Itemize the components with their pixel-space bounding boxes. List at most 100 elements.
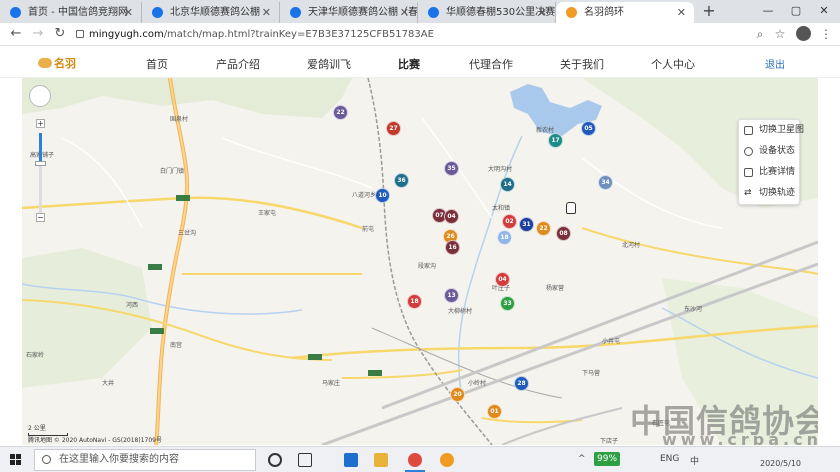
- maximize-button[interactable]: ▢: [782, 0, 810, 22]
- pan-control[interactable]: [29, 85, 51, 107]
- zoom-out-button[interactable]: −: [36, 213, 45, 222]
- place-label: 下马营: [582, 370, 601, 377]
- place-label: 南宫: [170, 342, 183, 349]
- taskbar-clock[interactable]: 2020/5/10: [760, 459, 801, 468]
- race-map[interactable]: 高家铺子 白门门镇 国泉村 八道河乡 大明沟村 太和镇 新农村 叶庄子 杨家营 东沙河 石家岭 前屯段…: [22, 78, 818, 445]
- zoom-in-button[interactable]: +: [36, 119, 45, 128]
- race-details-button[interactable]: 比赛详情: [739, 162, 799, 183]
- logo-mark-icon: [38, 58, 52, 68]
- pigeon-marker[interactable]: 18: [407, 294, 422, 309]
- window-close-button[interactable]: ✕: [810, 0, 838, 22]
- pigeon-marker[interactable]: 35: [444, 161, 459, 176]
- logout-link[interactable]: 退出: [765, 56, 785, 71]
- close-icon[interactable]: ✕: [538, 2, 547, 23]
- place-label: 马家庄: [322, 380, 341, 387]
- watermark-url: www.crpa.cn: [662, 430, 818, 445]
- minimize-button[interactable]: —: [754, 0, 782, 22]
- windows-start-icon[interactable]: [10, 454, 22, 466]
- nav-home[interactable]: 首页: [146, 56, 168, 72]
- pigeon-marker[interactable]: 05: [581, 121, 596, 136]
- zoom-slider-handle[interactable]: [35, 161, 46, 166]
- taskbar-search-input[interactable]: 在这里输入你要搜索的内容: [34, 449, 256, 471]
- place-label: 国泉村: [170, 116, 189, 123]
- pigeon-marker[interactable]: 36: [394, 173, 409, 188]
- pigeon-marker[interactable]: 16: [445, 240, 460, 255]
- pigeon-marker[interactable]: 18: [497, 230, 512, 245]
- cortana-icon[interactable]: [268, 453, 282, 467]
- site-logo[interactable]: 名羽: [38, 55, 76, 71]
- app-icon[interactable]: [440, 453, 454, 467]
- pigeon-marker[interactable]: 02: [502, 214, 517, 229]
- search-icon[interactable]: ⌕: [752, 26, 768, 42]
- tab-title: 首页 - 中国信鸽竞翔网: [28, 7, 128, 18]
- nav-agency[interactable]: 代理合作: [469, 56, 513, 72]
- tab-3[interactable]: 天津华顺德赛鸽公棚（春棚 ✕: [280, 2, 418, 23]
- lock-icon: [76, 30, 84, 38]
- pigeon-marker[interactable]: 20: [450, 387, 465, 402]
- tab-1[interactable]: 首页 - 中国信鸽竞翔网 ✕: [0, 2, 142, 23]
- new-tab-button[interactable]: +: [700, 2, 718, 20]
- device-status-button[interactable]: 设备状态: [739, 141, 799, 162]
- logo-text: 名羽: [54, 57, 76, 70]
- place-label: 北河村: [622, 242, 641, 249]
- place-label: 高家铺子: [30, 152, 55, 159]
- input-language[interactable]: ENG: [660, 454, 679, 464]
- pigeon-marker[interactable]: 33: [500, 296, 515, 311]
- nav-training[interactable]: 爱鸽训飞: [307, 56, 351, 72]
- forward-arrow-icon[interactable]: →: [30, 26, 46, 42]
- pigeon-marker[interactable]: 14: [500, 177, 515, 192]
- ime-mode[interactable]: 中: [690, 454, 699, 467]
- place-label: 杨家营: [546, 285, 565, 292]
- pigeon-marker[interactable]: 08: [556, 226, 571, 241]
- menu-icon[interactable]: ⋮: [818, 26, 834, 42]
- close-icon[interactable]: ✕: [400, 2, 409, 23]
- place-label: 王家屯: [258, 210, 277, 217]
- pigeon-marker[interactable]: 01: [487, 404, 502, 419]
- url-field[interactable]: mingyugh.com/match/map.html?trainKey=E7B…: [76, 26, 796, 43]
- pigeon-marker[interactable]: 10: [375, 188, 390, 203]
- pigeon-marker[interactable]: 13: [444, 288, 459, 303]
- battery-indicator[interactable]: 99%: [594, 452, 621, 466]
- star-icon[interactable]: ☆: [772, 26, 788, 42]
- nav-about[interactable]: 关于我们: [560, 56, 604, 72]
- pigeon-marker[interactable]: 31: [519, 217, 534, 232]
- place-label: 大井: [102, 380, 115, 387]
- nav-race[interactable]: 比赛: [398, 56, 420, 82]
- satellite-icon: [744, 126, 753, 135]
- pigeon-marker[interactable]: 27: [386, 121, 401, 136]
- back-arrow-icon[interactable]: ←: [8, 26, 24, 42]
- edge-icon[interactable]: [344, 453, 358, 467]
- close-icon[interactable]: ✕: [677, 2, 686, 23]
- toggle-satellite-button[interactable]: 切换卫星图: [739, 120, 804, 141]
- file-explorer-icon[interactable]: [374, 453, 388, 467]
- toggle-track-button[interactable]: ⇄ 切换轨迹: [739, 183, 799, 204]
- tab-2[interactable]: 北京华顺德赛鸽公棚 ✕: [142, 2, 280, 23]
- place-label: 石家岭: [26, 352, 45, 359]
- nav-products[interactable]: 产品介绍: [216, 56, 260, 72]
- tab-4[interactable]: 华顺德春棚530公里决赛开 ✕: [418, 2, 556, 23]
- close-icon[interactable]: ✕: [262, 2, 271, 23]
- nav-profile[interactable]: 个人中心: [651, 56, 695, 72]
- task-view-icon[interactable]: [298, 453, 312, 467]
- edge-icon: [290, 7, 301, 18]
- profile-avatar[interactable]: [796, 26, 811, 41]
- tray-expand-icon[interactable]: ^: [578, 454, 586, 464]
- url-host: mingyugh.com: [89, 29, 164, 40]
- pigeon-marker[interactable]: 34: [598, 175, 613, 190]
- pigeon-marker[interactable]: 04: [495, 272, 510, 287]
- search-placeholder: 在这里输入你要搜索的内容: [59, 454, 179, 465]
- reload-icon[interactable]: ↻: [52, 26, 68, 42]
- pigeon-marker[interactable]: 28: [514, 376, 529, 391]
- place-label: 太和镇: [492, 205, 511, 212]
- pigeon-marker[interactable]: 17: [548, 133, 563, 148]
- edge-icon: [152, 7, 163, 18]
- zoom-slider-fill: [39, 133, 42, 163]
- place-label: 新农村: [536, 127, 555, 134]
- pigeon-marker[interactable]: 22: [333, 105, 348, 120]
- chrome-icon[interactable]: [405, 453, 425, 472]
- pigeon-marker[interactable]: 04: [444, 209, 459, 224]
- close-icon[interactable]: ✕: [124, 2, 133, 23]
- pigeon-marker[interactable]: 22: [536, 221, 551, 236]
- place-label: 大明沟村: [488, 166, 513, 173]
- tab-5-active[interactable]: 名羽鸽环 ✕: [556, 2, 694, 23]
